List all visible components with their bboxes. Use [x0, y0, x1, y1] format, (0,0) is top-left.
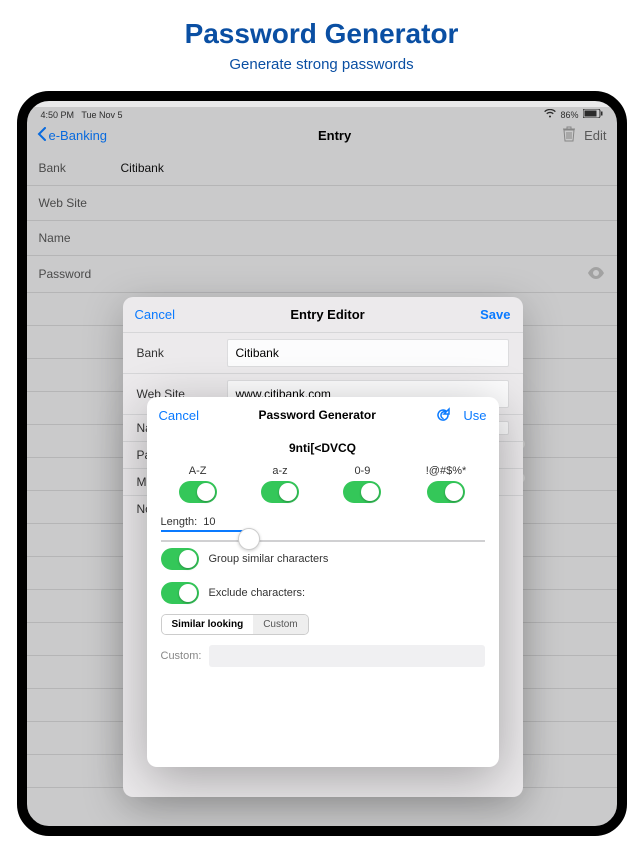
length-slider[interactable]	[147, 528, 499, 542]
editor-row-bank: Bank Citibank	[123, 332, 523, 373]
promo-subtitle: Generate strong passwords	[0, 56, 643, 73]
segment-custom[interactable]: Custom	[253, 615, 307, 634]
toggle-upper[interactable]	[179, 481, 217, 503]
editor-cancel-button[interactable]: Cancel	[135, 307, 175, 322]
toggle-digits[interactable]	[343, 481, 381, 503]
length-value: 10	[203, 516, 215, 528]
toggle-exclude[interactable]	[161, 582, 199, 604]
exclude-segment[interactable]: Similar looking Custom	[161, 614, 309, 635]
editor-bank-input[interactable]: Citibank	[227, 339, 509, 367]
toggle-digits-label: 0-9	[343, 465, 381, 477]
toggle-lower[interactable]	[261, 481, 299, 503]
generated-password: 9nti[<DVCQ	[147, 433, 499, 459]
toggle-symbols-label: !@#$%*	[426, 465, 467, 477]
custom-label: Custom:	[161, 650, 202, 662]
exclude-label: Exclude characters:	[209, 587, 306, 599]
toggle-symbols[interactable]	[427, 481, 465, 503]
editor-label: Bank	[137, 346, 227, 360]
pgen-use-button[interactable]: Use	[463, 408, 486, 423]
slider-thumb[interactable]	[238, 528, 260, 550]
toggle-lower-label: a-z	[261, 465, 299, 477]
toggle-group-similar[interactable]	[161, 548, 199, 570]
toggle-upper-label: A-Z	[179, 465, 217, 477]
length-label: Length:	[161, 516, 198, 528]
promo-title: Password Generator	[0, 18, 643, 50]
pgen-title: Password Generator	[258, 408, 375, 422]
refresh-icon[interactable]	[435, 407, 451, 423]
editor-title: Entry Editor	[290, 307, 364, 322]
pgen-cancel-button[interactable]: Cancel	[159, 408, 199, 423]
password-generator-modal: Cancel Password Generator Use 9nti[<DVCQ…	[147, 397, 499, 767]
editor-save-button[interactable]: Save	[480, 307, 510, 322]
custom-input[interactable]	[209, 645, 484, 667]
group-similar-label: Group similar characters	[209, 553, 329, 565]
segment-similar[interactable]: Similar looking	[162, 615, 254, 634]
ipad-frame: 4:50 PM Tue Nov 5 86% e-Banking Ent	[17, 91, 627, 836]
